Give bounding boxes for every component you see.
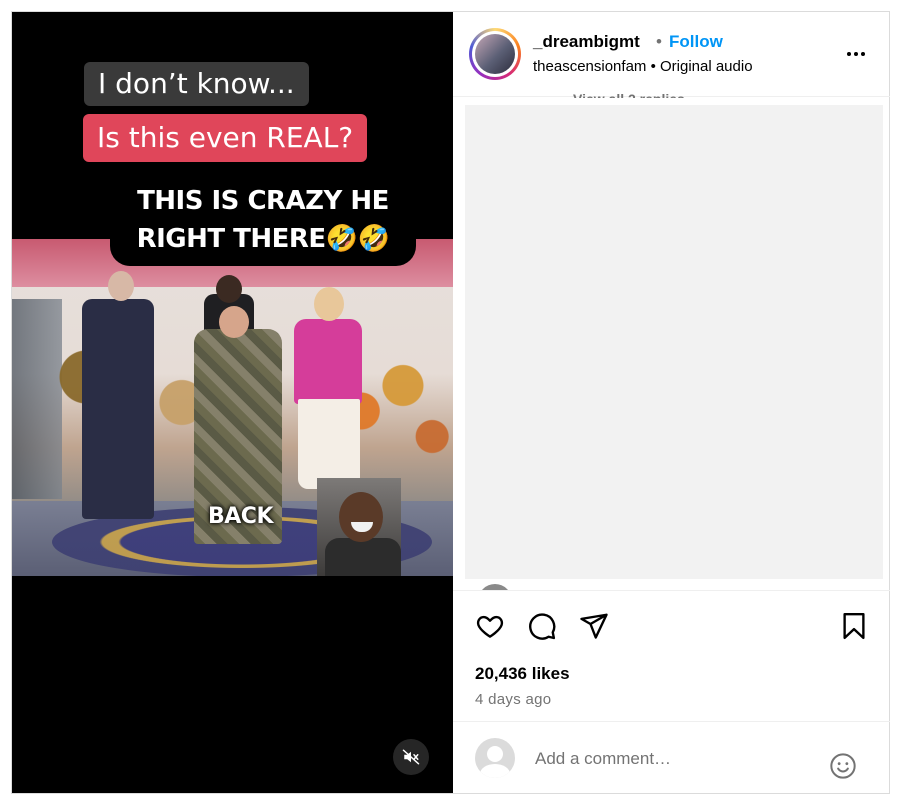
- comment-icon: [529, 613, 556, 640]
- current-user-avatar: [475, 738, 515, 778]
- more-horizontal-icon: [861, 52, 865, 56]
- comments-loading-placeholder: [465, 105, 883, 579]
- post-header: _dreambigmt • Follow theascensionfam • O…: [453, 12, 890, 97]
- person-center-head: [219, 306, 249, 338]
- reaction-face: [339, 492, 383, 542]
- username-link[interactable]: _dreambigmt: [533, 32, 640, 52]
- person-right-skirt: [298, 399, 360, 489]
- send-icon: [580, 613, 608, 639]
- more-horizontal-icon: [854, 52, 858, 56]
- reaction-body: [325, 538, 401, 576]
- default-avatar-head: [487, 746, 503, 762]
- comment-input[interactable]: [533, 744, 817, 774]
- post-card: I don’t know... Is this even REAL? THIS …: [11, 11, 890, 794]
- person-back-head: [216, 275, 242, 303]
- post-timestamp[interactable]: 4 days ago: [475, 691, 551, 708]
- person-right-jacket: [294, 319, 362, 404]
- username-separator: •: [656, 32, 662, 51]
- heart-icon: [476, 615, 504, 638]
- video-caption-1: I don’t know...: [84, 62, 309, 106]
- more-horizontal-icon: [847, 52, 851, 56]
- add-comment-bar: [453, 721, 890, 794]
- like-button[interactable]: [475, 611, 505, 646]
- post-actions: 20,436 likes 4 days ago: [453, 590, 890, 721]
- more-options-button[interactable]: [843, 46, 869, 62]
- person-right-head: [314, 287, 344, 321]
- avatar[interactable]: [469, 28, 521, 80]
- video-caption-3: THIS IS CRAZY HE RIGHT THERE🤣🤣: [110, 176, 416, 266]
- mute-button[interactable]: [393, 739, 429, 775]
- save-button[interactable]: [839, 611, 869, 646]
- reaction-inset: [317, 478, 401, 576]
- video-player[interactable]: I don’t know... Is this even REAL? THIS …: [12, 12, 453, 793]
- avatar-border: [472, 31, 518, 77]
- view-replies-link[interactable]: View all 2 replies: [573, 86, 685, 98]
- comment-button[interactable]: [527, 611, 557, 646]
- speaker-muted-icon: [402, 749, 420, 765]
- video-overlay-word: BACK: [208, 504, 274, 529]
- video-caption-2: Is this even REAL?: [83, 114, 368, 162]
- avatar-image: [475, 34, 515, 74]
- audio-link[interactable]: theascensionfam • Original audio: [533, 58, 753, 75]
- person-left-head: [108, 271, 134, 301]
- likes-count[interactable]: 20,436 likes: [475, 664, 570, 684]
- post-side-panel: _dreambigmt • Follow theascensionfam • O…: [453, 12, 890, 793]
- smiley-icon: [830, 753, 856, 779]
- person-left: [82, 299, 154, 519]
- share-button[interactable]: [579, 611, 609, 646]
- emoji-button[interactable]: [829, 752, 857, 785]
- default-avatar-body: [480, 764, 510, 778]
- bookmark-icon: [843, 612, 865, 640]
- follow-button[interactable]: Follow: [669, 32, 723, 52]
